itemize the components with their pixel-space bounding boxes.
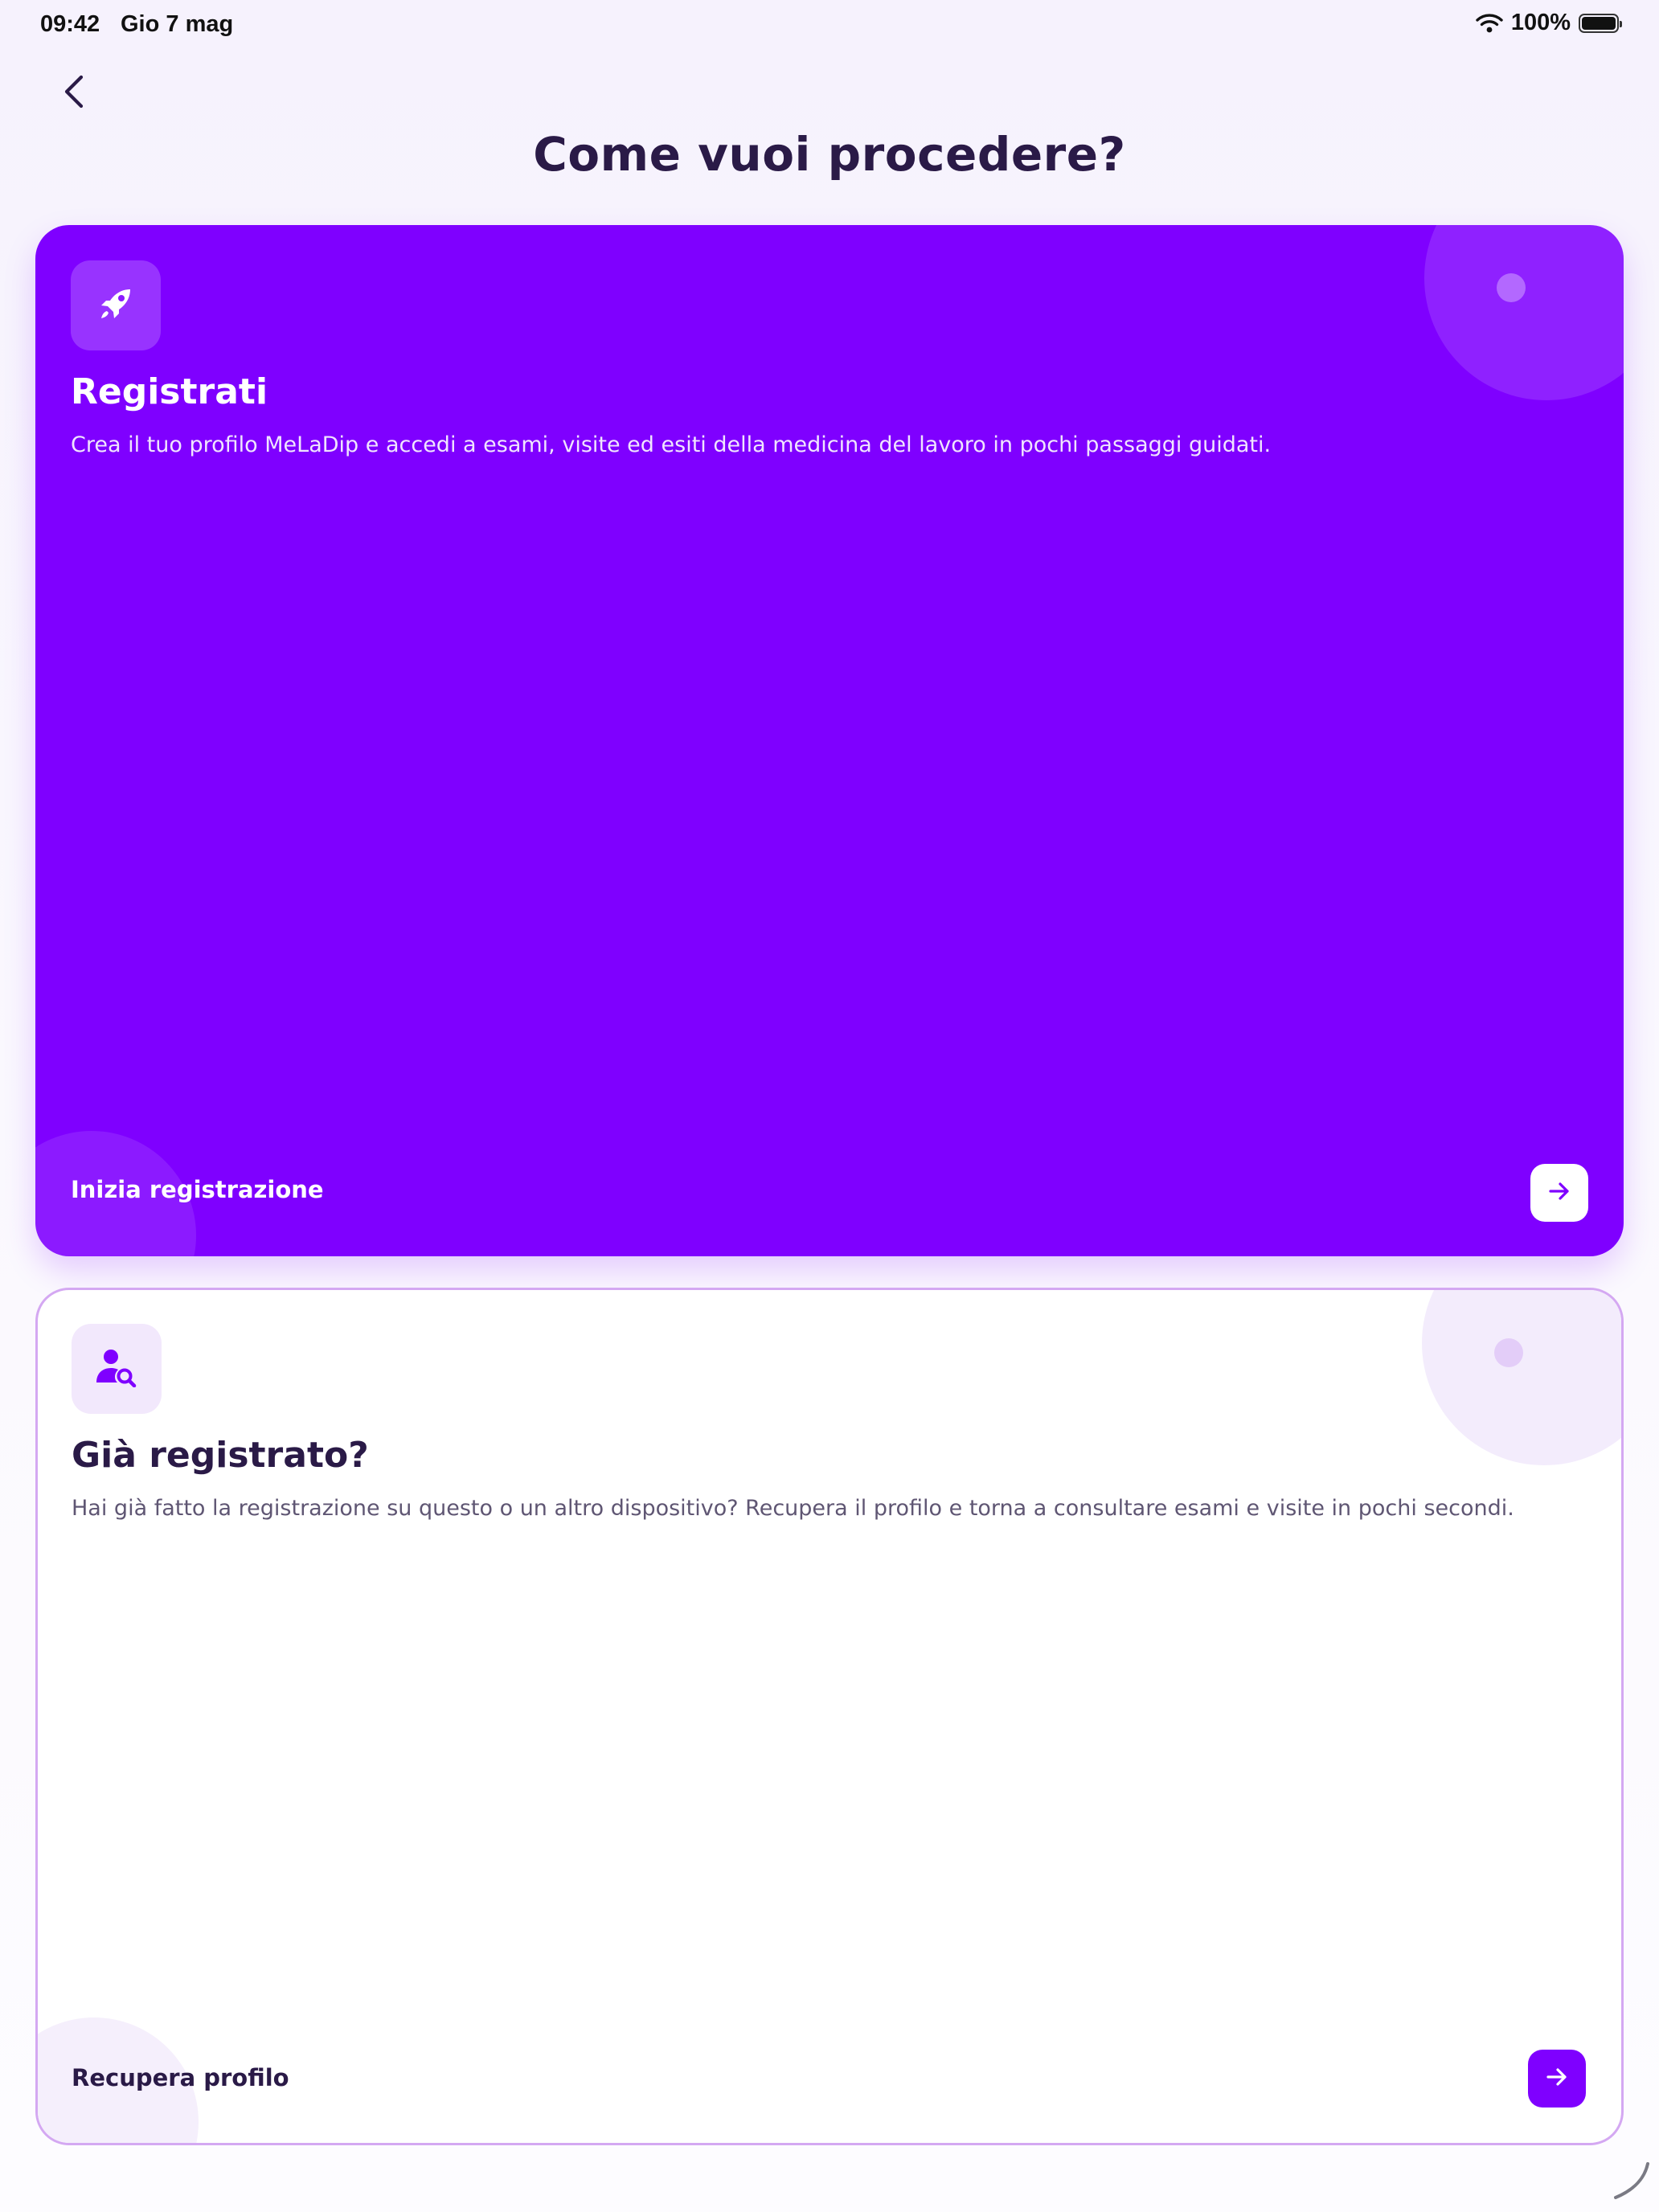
status-indicators: 100% bbox=[1476, 10, 1622, 36]
status-bar: 09:42 Gio 7 mag 100% bbox=[0, 0, 1659, 51]
decorative-dot bbox=[1497, 273, 1526, 302]
battery-icon bbox=[1579, 13, 1622, 33]
recover-profile-label[interactable]: Recupera profilo bbox=[72, 2064, 289, 2091]
start-registration-label[interactable]: Inizia registrazione bbox=[71, 1176, 324, 1203]
register-description: Crea il tuo profilo MeLaDip e accedi a e… bbox=[71, 432, 1272, 457]
recover-profile-button[interactable] bbox=[1528, 2050, 1586, 2108]
recover-card[interactable]: Già registrato? Hai già fatto la registr… bbox=[35, 1288, 1624, 2145]
status-time: 09:42 bbox=[40, 11, 100, 37]
wifi-icon bbox=[1476, 13, 1503, 34]
battery-fill bbox=[1582, 16, 1616, 30]
register-card[interactable]: Registrati Crea il tuo profilo MeLaDip e… bbox=[35, 225, 1624, 1256]
back-button[interactable] bbox=[50, 69, 98, 117]
page-title: Come vuoi procedere? bbox=[533, 127, 1126, 182]
arrow-right-icon bbox=[1545, 2065, 1569, 2092]
corner-flourish-icon bbox=[1609, 2159, 1653, 2206]
start-registration-button[interactable] bbox=[1530, 1164, 1588, 1222]
chevron-left-icon bbox=[62, 74, 86, 113]
decorative-circle bbox=[1422, 1290, 1621, 1465]
user-search-icon bbox=[95, 1347, 138, 1391]
rocket-icon bbox=[95, 283, 137, 328]
decorative-dot bbox=[1494, 1338, 1523, 1367]
recover-title: Già registrato? bbox=[72, 1435, 369, 1476]
register-title: Registrati bbox=[71, 371, 268, 412]
register-icon-tile bbox=[71, 260, 161, 350]
arrow-right-icon bbox=[1547, 1179, 1571, 1206]
status-date: Gio 7 mag bbox=[121, 11, 234, 37]
decorative-circle bbox=[1424, 225, 1624, 400]
battery-percentage: 100% bbox=[1510, 10, 1571, 35]
recover-icon-tile bbox=[72, 1324, 162, 1414]
recover-description: Hai già fatto la registrazione su questo… bbox=[72, 1496, 1514, 1521]
